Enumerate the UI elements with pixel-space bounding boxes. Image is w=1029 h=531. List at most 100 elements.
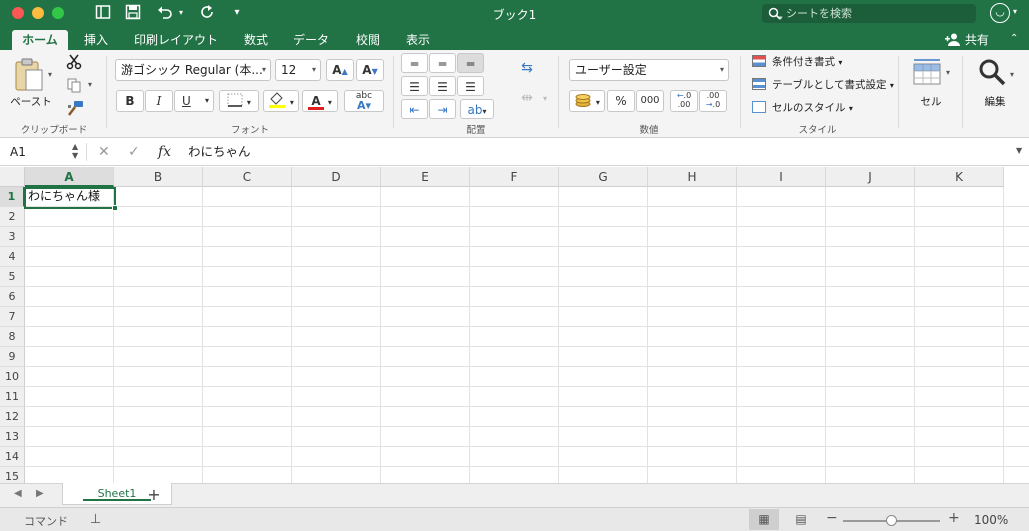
column-header-h[interactable]: H	[648, 167, 737, 187]
align-bottom-button[interactable]: ═	[457, 53, 484, 73]
zoom-level[interactable]: 100%	[974, 513, 1008, 527]
editing-button[interactable]: ▾ 編集	[972, 56, 1018, 112]
decrease-decimal-button[interactable]: .00 →.0	[699, 90, 727, 112]
sidebar-icon[interactable]	[94, 4, 112, 22]
insert-function-button[interactable]: fx	[158, 142, 171, 162]
tab-insert[interactable]: 挿入	[78, 30, 114, 50]
accounting-format-button[interactable]: ▾	[569, 90, 605, 112]
column-header-i[interactable]: I	[737, 167, 826, 187]
cell-a1[interactable]: わにちゃん様	[25, 187, 115, 207]
normal-view-button[interactable]: ▦	[749, 509, 779, 530]
share-button[interactable]: 共有	[945, 30, 989, 50]
minimize-window-button[interactable]	[32, 7, 44, 19]
row-header-6[interactable]: 6	[0, 287, 25, 307]
row-header-5[interactable]: 5	[0, 267, 25, 287]
feedback-smiley-icon[interactable]: ◡	[990, 3, 1010, 23]
formula-input[interactable]: わにちゃん	[188, 142, 251, 162]
worksheet-grid[interactable]: A B C D E F G H I J K 1 2 3 4 5 6 7 8 9 10 11 12 13 14 15 わにちゃん様	[0, 167, 1029, 483]
comma-style-button[interactable]: 000	[636, 90, 664, 112]
row-header-13[interactable]: 13	[0, 427, 25, 447]
tab-review[interactable]: 校閲	[350, 30, 386, 50]
macro-record-icon[interactable]: ⊥	[90, 512, 101, 527]
decrease-indent-button[interactable]: ⇤	[401, 99, 428, 119]
column-header-b[interactable]: B	[114, 167, 203, 187]
row-header-2[interactable]: 2	[0, 207, 25, 227]
align-center-button[interactable]: ☰	[429, 76, 456, 96]
zoom-out-button[interactable]: −	[826, 510, 838, 526]
fill-handle[interactable]	[112, 205, 118, 211]
number-format-dropdown[interactable]: ユーザー設定 ▾	[569, 59, 729, 81]
undo-icon[interactable]	[156, 4, 174, 22]
cell-styles-button[interactable]: セルのスタイル ▾	[752, 99, 853, 117]
increase-indent-button[interactable]: ⇥	[429, 99, 456, 119]
format-as-table-button[interactable]: テーブルとして書式設定 ▾	[752, 76, 894, 94]
copy-dropdown-icon[interactable]: ▾	[88, 80, 92, 89]
merge-dropdown-icon[interactable]: ▾	[540, 94, 550, 103]
sheet-search-input[interactable]: ▾ シートを検索	[762, 4, 976, 23]
row-header-7[interactable]: 7	[0, 307, 25, 327]
underline-button[interactable]: U ▾	[174, 90, 214, 112]
tab-view[interactable]: 表示	[400, 30, 436, 50]
collapse-ribbon-icon[interactable]: ⌃	[1010, 33, 1018, 44]
add-sheet-button[interactable]: +	[145, 485, 163, 505]
column-header-j[interactable]: J	[826, 167, 915, 187]
italic-button[interactable]: I	[145, 90, 173, 112]
redo-icon[interactable]	[198, 4, 216, 22]
tab-home[interactable]: ホーム	[12, 30, 68, 50]
row-header-15[interactable]: 15	[0, 467, 25, 483]
borders-button[interactable]: ▾	[219, 90, 259, 112]
close-window-button[interactable]	[12, 7, 24, 19]
grow-font-button[interactable]: A▲	[326, 59, 354, 81]
row-header-11[interactable]: 11	[0, 387, 25, 407]
conditional-formatting-button[interactable]: 条件付き書式 ▾	[752, 53, 842, 71]
cancel-entry-icon[interactable]: ✕	[98, 142, 110, 162]
percent-style-button[interactable]: %	[607, 90, 635, 112]
column-header-e[interactable]: E	[381, 167, 470, 187]
copy-icon[interactable]	[66, 77, 82, 96]
column-header-c[interactable]: C	[203, 167, 292, 187]
align-left-button[interactable]: ☰	[401, 76, 428, 96]
phonetic-guide-button[interactable]: abc A▾	[344, 90, 384, 112]
maximize-window-button[interactable]	[52, 7, 64, 19]
row-header-14[interactable]: 14	[0, 447, 25, 467]
column-header-g[interactable]: G	[559, 167, 648, 187]
wrap-text-icon[interactable]: ⇆	[515, 60, 539, 76]
shrink-font-button[interactable]: A▼	[356, 59, 384, 81]
row-header-3[interactable]: 3	[0, 227, 25, 247]
tab-data[interactable]: データ	[288, 30, 334, 50]
cells-button[interactable]: ▾ セル	[908, 56, 954, 112]
fill-color-button[interactable]: ▾	[263, 90, 299, 112]
column-header-k[interactable]: K	[915, 167, 1004, 187]
font-size-dropdown[interactable]: 12 ▾	[275, 59, 321, 81]
page-layout-view-button[interactable]: ▤	[786, 509, 816, 530]
name-box-stepper-icon[interactable]: ▲ ▼	[72, 142, 78, 160]
row-header-10[interactable]: 10	[0, 367, 25, 387]
orientation-button[interactable]: ab▾	[460, 99, 494, 119]
cut-icon[interactable]	[66, 54, 82, 73]
align-middle-button[interactable]: ═	[429, 53, 456, 73]
font-color-button[interactable]: A ▾	[302, 90, 338, 112]
save-icon[interactable]	[124, 4, 142, 22]
undo-dropdown-icon[interactable]: ▾	[176, 4, 186, 22]
confirm-entry-icon[interactable]: ✓	[128, 142, 140, 162]
column-header-f[interactable]: F	[470, 167, 559, 187]
paste-button[interactable]: ▾ ペースト	[8, 56, 56, 112]
feedback-dropdown-icon[interactable]: ▾	[1013, 7, 1017, 16]
row-header-8[interactable]: 8	[0, 327, 25, 347]
row-header-4[interactable]: 4	[0, 247, 25, 267]
previous-sheet-icon[interactable]: ◀	[14, 488, 22, 499]
zoom-slider-thumb[interactable]	[886, 515, 897, 526]
expand-formula-bar-icon[interactable]: ▼	[1016, 146, 1022, 155]
row-header-9[interactable]: 9	[0, 347, 25, 367]
zoom-in-button[interactable]: +	[948, 510, 960, 526]
column-header-d[interactable]: D	[292, 167, 381, 187]
column-header-a[interactable]: A	[25, 167, 114, 187]
bold-button[interactable]: B	[116, 90, 144, 112]
format-painter-icon[interactable]	[66, 100, 84, 119]
align-right-button[interactable]: ☰	[457, 76, 484, 96]
row-header-1[interactable]: 1	[0, 187, 25, 207]
merge-cells-icon[interactable]: ⇹	[515, 90, 539, 106]
row-header-12[interactable]: 12	[0, 407, 25, 427]
customize-toolbar-icon[interactable]: ▾	[229, 4, 245, 22]
increase-decimal-button[interactable]: ←.0.00	[670, 90, 698, 112]
